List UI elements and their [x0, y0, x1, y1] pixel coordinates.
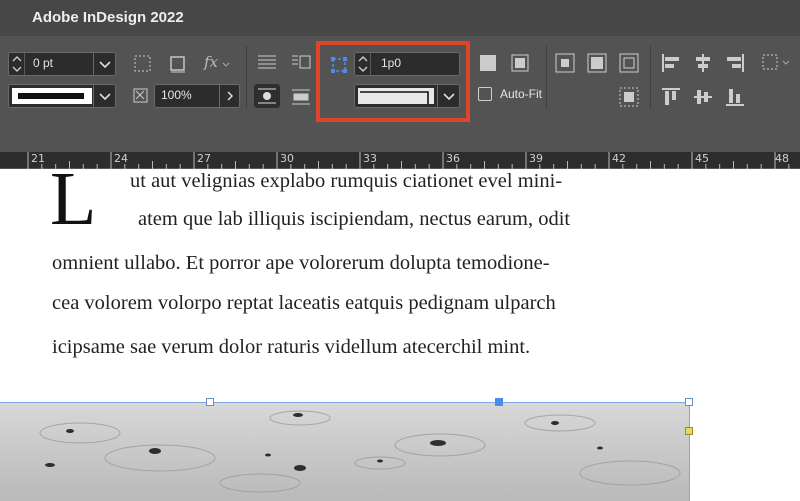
- stroke-weight-field[interactable]: 0 pt: [8, 52, 116, 76]
- fit-content-frame-icon[interactable]: [509, 52, 531, 74]
- chevron-right-icon: [227, 91, 234, 101]
- ruler-label: 33: [363, 152, 377, 165]
- align-right-icon[interactable]: [724, 52, 746, 74]
- fill-frame-proportionally-icon[interactable]: [618, 86, 640, 108]
- stroke-frame-icon[interactable]: [168, 54, 188, 74]
- text-wrap-none-icon[interactable]: [256, 52, 278, 74]
- fit-frame-proportionally-icon[interactable]: [618, 52, 640, 74]
- align-top-icon[interactable]: [660, 86, 682, 108]
- text-wrap-shape-icon: [258, 88, 276, 104]
- body-text-line: ut aut velignias explabo rumquis ciation…: [130, 170, 563, 192]
- chevron-down-icon[interactable]: [782, 60, 790, 66]
- ruler-label: 24: [114, 152, 128, 165]
- body-text-line: icipsame sae verum dolor raturis videllu…: [52, 336, 531, 358]
- text-wrap-bbox-icon[interactable]: [290, 52, 312, 74]
- align-to-selection-icon[interactable]: [760, 52, 782, 74]
- ruler-label: 27: [197, 152, 211, 165]
- corner-options-handle[interactable]: [685, 427, 693, 435]
- fit-content-proportionally-icon[interactable]: [586, 52, 608, 74]
- app-title: Adobe InDesign 2022: [32, 9, 184, 26]
- opacity-flyout[interactable]: [219, 85, 239, 107]
- ruler-label: 48: [775, 152, 789, 165]
- chevron-down-icon[interactable]: [222, 62, 230, 68]
- stroke-line-preview: [18, 93, 84, 99]
- ruler-label: 39: [529, 152, 543, 165]
- opacity-icon: [133, 88, 148, 103]
- corner-options-highlight: [316, 41, 470, 122]
- document-page[interactable]: L ut aut velignias explabo rumquis ciati…: [0, 170, 800, 501]
- stepper-arrows-icon: [12, 56, 22, 72]
- align-middle-icon[interactable]: [692, 86, 714, 108]
- ruler-label: 30: [280, 152, 294, 165]
- align-center-icon[interactable]: [692, 52, 714, 74]
- align-bottom-icon[interactable]: [724, 86, 746, 108]
- ruler-label: 21: [31, 152, 45, 165]
- opacity-field[interactable]: 100%: [154, 84, 240, 108]
- ruler-label: 45: [695, 152, 709, 165]
- auto-fit-checkbox[interactable]: [478, 87, 492, 101]
- text-wrap-jump-icon[interactable]: [290, 86, 312, 108]
- divider: [650, 46, 651, 108]
- stroke-weight-value: 0 pt: [33, 56, 54, 70]
- body-text-line: omnient ullabo. Et porror ape volorerum …: [52, 252, 550, 274]
- raindrops-image: [39, 410, 681, 493]
- opacity-value: 100%: [161, 88, 192, 102]
- stroke-weight-stepper[interactable]: [9, 53, 25, 75]
- auto-fit-label: Auto-Fit: [500, 87, 543, 101]
- stroke-type-arrow[interactable]: [93, 85, 115, 107]
- title-bar: Adobe InDesign 2022: [0, 0, 800, 36]
- frame-fitting-icon[interactable]: [133, 54, 153, 74]
- center-content-icon[interactable]: [554, 52, 576, 74]
- text-wrap-shape-button[interactable]: [254, 84, 280, 108]
- divider: [246, 46, 247, 108]
- image-frame[interactable]: [0, 402, 690, 501]
- align-left-icon[interactable]: [660, 52, 682, 74]
- body-text-line: cea volorem volorpo reptat laceatis eatq…: [52, 292, 556, 314]
- selection-handle[interactable]: [206, 398, 214, 406]
- chevron-down-icon: [99, 93, 111, 101]
- fill-frame-icon[interactable]: [477, 52, 499, 74]
- selection-handle[interactable]: [685, 398, 693, 406]
- horizontal-ruler: 21 24 27 30 33 36 39 42 45 48: [0, 152, 800, 169]
- selection-handle-active[interactable]: [495, 398, 503, 406]
- body-text-line: atem que lab illiquis iscipiendam, nectu…: [138, 208, 571, 230]
- fx-icon[interactable]: fx: [204, 53, 218, 71]
- stroke-type-dropdown[interactable]: [8, 84, 116, 108]
- chevron-down-icon: [99, 61, 111, 69]
- ruler-label: 42: [612, 152, 626, 165]
- stroke-weight-dropdown[interactable]: [93, 53, 115, 75]
- ruler-label: 36: [446, 152, 460, 165]
- drop-cap: L: [50, 170, 97, 241]
- divider: [546, 46, 547, 108]
